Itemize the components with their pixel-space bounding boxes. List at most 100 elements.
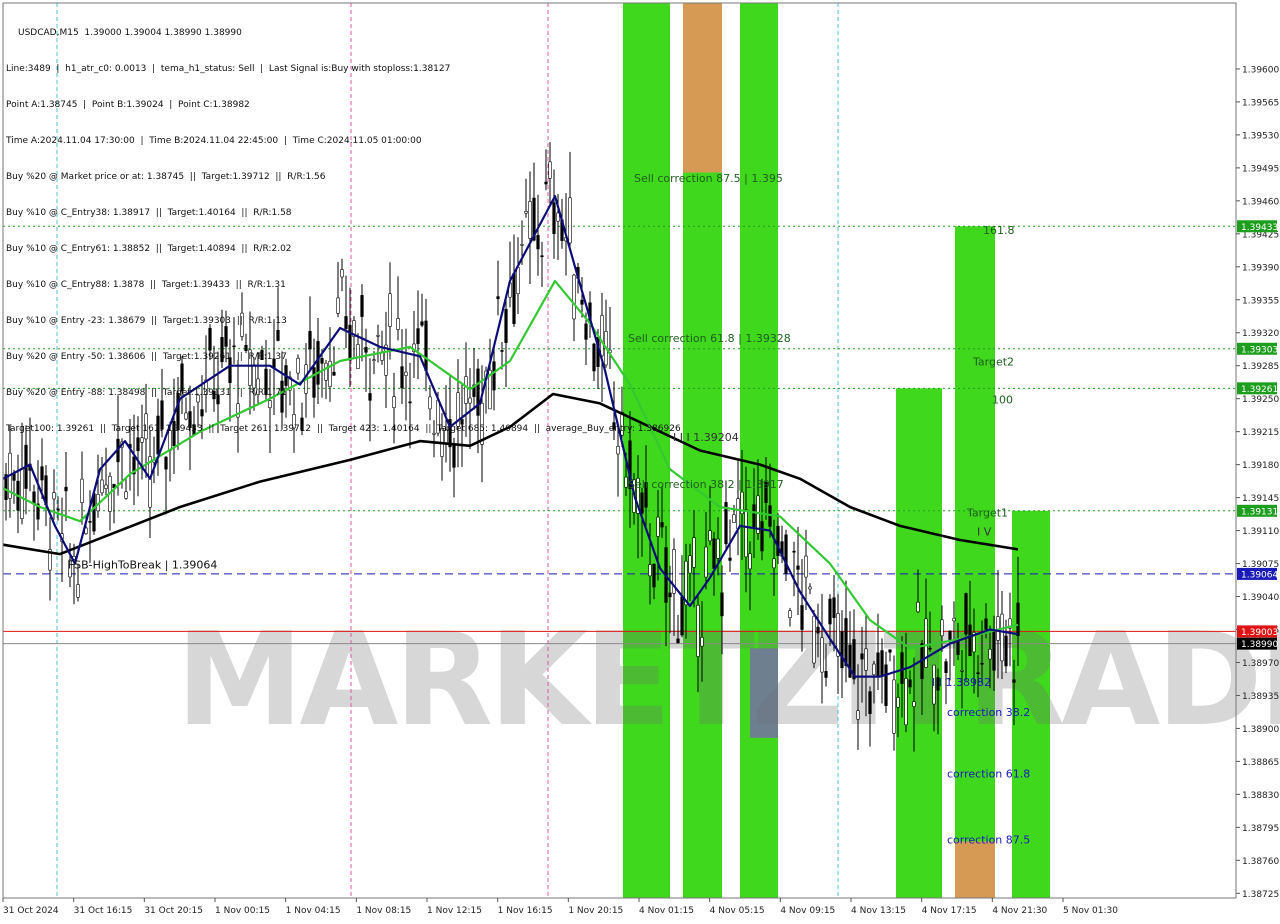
candle-body [368, 393, 372, 401]
candle-body [908, 679, 912, 688]
candle-body [648, 564, 652, 577]
y-tick-label: 1.39110 [1242, 527, 1279, 537]
y-tick-label: 1.39320 [1242, 329, 1279, 339]
y-tick-label: 1.39495 [1242, 164, 1279, 174]
y-tick-label: 1.38970 [1242, 659, 1279, 669]
y-tick-label: 1.39145 [1242, 494, 1279, 504]
candle-body [860, 653, 864, 660]
x-tick-label: 4 Nov 05:15 [710, 906, 765, 916]
chart-annotation: Sell correction 38.2 | 1.3917 [628, 478, 784, 491]
candle-body [928, 647, 932, 650]
candle-body [964, 593, 968, 635]
candle-body [100, 479, 104, 494]
candle-body [856, 710, 860, 720]
candle-body [308, 330, 312, 350]
candle-body [164, 456, 168, 470]
candle-body [144, 413, 148, 440]
candle-body [984, 618, 988, 630]
x-tick-label: 1 Nov 12:15 [427, 906, 482, 916]
candle-body [880, 650, 884, 677]
candle-body [320, 358, 324, 364]
candle-body [812, 615, 816, 664]
chart-annotation: correction 87.5 [947, 833, 1030, 846]
candle-body [372, 359, 376, 361]
candle-body [232, 345, 236, 348]
candle-body [312, 367, 316, 398]
y-tick-label: 1.39250 [1242, 395, 1279, 405]
price-tag-label: 1.39064 [1241, 570, 1278, 580]
chart-canvas[interactable]: MARKETZITRADE Sell correction 87.5 | 1.39… [0, 0, 1280, 920]
candle-body [796, 565, 800, 570]
x-tick-label: 1 Nov 00:15 [215, 906, 270, 916]
candle-body [752, 504, 756, 528]
candle-body [392, 396, 396, 408]
candle-body [156, 415, 160, 455]
candle-body [976, 672, 980, 675]
candle-body [556, 212, 560, 222]
x-tick-label: 31 Oct 20:15 [144, 906, 203, 916]
candle-body [704, 546, 708, 578]
candle-body [388, 293, 392, 327]
candle-body [892, 679, 896, 734]
candle-body [520, 244, 524, 246]
candle-body [64, 486, 68, 492]
candle-body [732, 514, 736, 524]
candle-body [56, 508, 60, 511]
candle-body [424, 320, 428, 371]
candle-body [888, 649, 892, 653]
chart-annotation: Target1 [966, 506, 1008, 519]
candle-body [404, 371, 408, 376]
candle-body [276, 329, 280, 341]
candle-body [292, 414, 296, 429]
candle-body [228, 357, 232, 384]
candle-body [264, 368, 268, 396]
y-tick-label: 1.39530 [1242, 131, 1279, 141]
candle-body [196, 394, 200, 403]
y-tick-label: 1.39460 [1242, 197, 1279, 207]
price-tag-label: 1.39131 [1241, 507, 1278, 517]
candle-body [436, 399, 440, 434]
candle-body [500, 350, 504, 352]
candle-body [316, 341, 320, 385]
candle-body [896, 697, 900, 708]
candle-body [808, 586, 812, 590]
candle-body [168, 430, 172, 451]
candle-body [528, 201, 532, 239]
candle-body [20, 468, 24, 519]
candle-body [980, 662, 984, 665]
candle-body [360, 295, 364, 317]
y-tick-label: 1.38830 [1242, 791, 1279, 801]
candle-body [680, 596, 684, 636]
candle-body [364, 346, 368, 353]
candle-body [840, 631, 844, 669]
candle-body [612, 422, 616, 430]
candle-body [692, 537, 696, 568]
candle-body [788, 610, 792, 618]
candle-body [300, 417, 304, 431]
candle-body [616, 446, 620, 455]
candle-body [492, 361, 496, 391]
candle-body [380, 352, 384, 361]
price-chart[interactable]: MARKETZITRADE Sell correction 87.5 | 1.39… [0, 0, 1280, 920]
candle-body [408, 401, 412, 404]
candle-body [552, 202, 556, 234]
candle-body [524, 211, 528, 214]
candle-body [784, 534, 788, 574]
candle-body [148, 456, 152, 508]
candle-body [244, 344, 248, 351]
candle-body [188, 411, 192, 428]
candle-body [668, 592, 672, 598]
candle-body [496, 296, 500, 300]
candle-body [568, 197, 572, 244]
candle-body [748, 553, 752, 570]
candle-body [960, 670, 964, 672]
y-tick-label: 1.39215 [1242, 428, 1279, 438]
y-tick-label: 1.38900 [1242, 725, 1279, 735]
candle-body [824, 670, 828, 678]
candle-body [280, 380, 284, 413]
candle-body [736, 498, 740, 529]
price-tag-label: 1.39433 [1241, 223, 1278, 233]
candle-body [40, 466, 44, 481]
signal-zone [740, 3, 778, 898]
candle-body [268, 400, 272, 409]
